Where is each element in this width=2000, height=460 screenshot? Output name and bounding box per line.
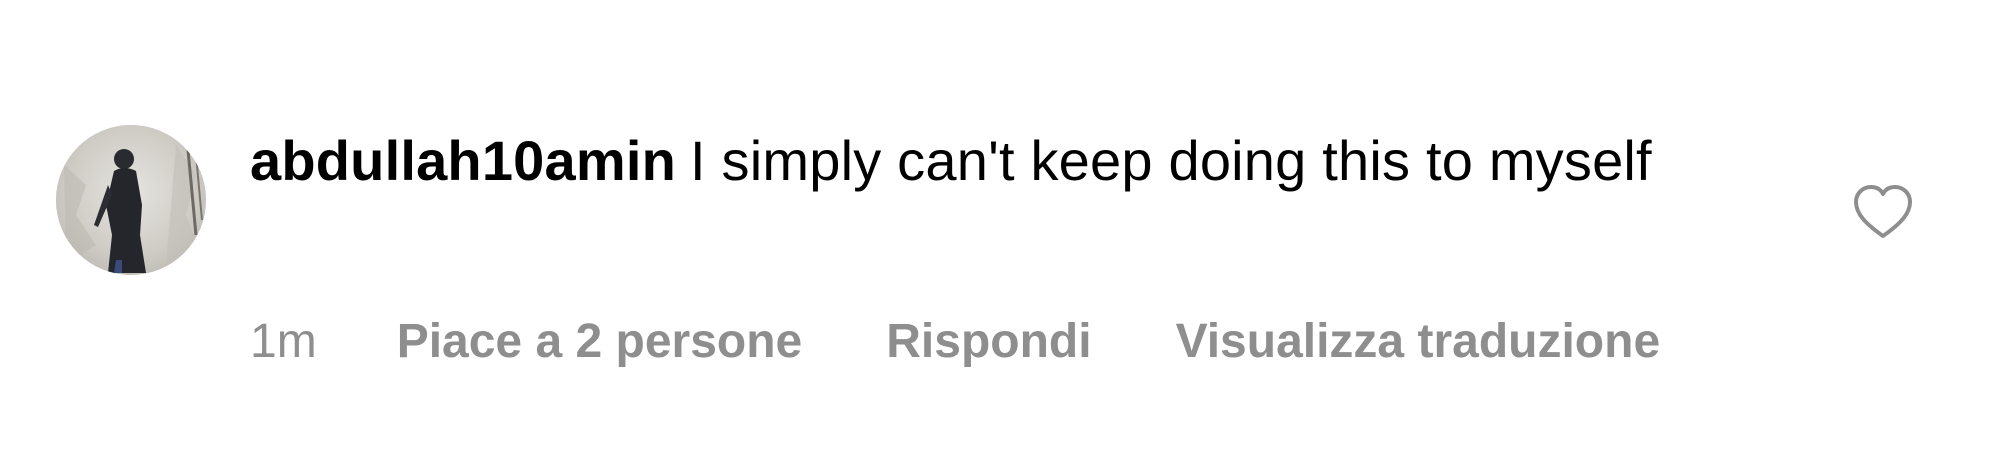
reply-button[interactable]: Rispondi xyxy=(886,312,1091,372)
comment-item: abdullah10amin I simply can't keep doing … xyxy=(0,0,2000,460)
comment-meta-row: 1m Piace a 2 persone Rispondi Visualizza tr… xyxy=(250,312,1660,372)
likes-count-link[interactable]: Piace a 2 persone xyxy=(397,312,803,372)
avatar-photo xyxy=(56,125,206,275)
username-link[interactable]: abdullah10amin xyxy=(250,129,676,192)
comment-text-block: abdullah10amin I simply can't keep doing … xyxy=(250,124,1770,198)
heart-outline-icon xyxy=(1854,185,1912,238)
timestamp: 1m xyxy=(250,315,317,368)
like-button[interactable] xyxy=(1852,184,1914,240)
comment-text: I simply can't keep doing this to myself xyxy=(690,129,1652,192)
see-translation-button[interactable]: Visualizza traduzione xyxy=(1176,312,1661,372)
avatar[interactable] xyxy=(56,125,206,275)
